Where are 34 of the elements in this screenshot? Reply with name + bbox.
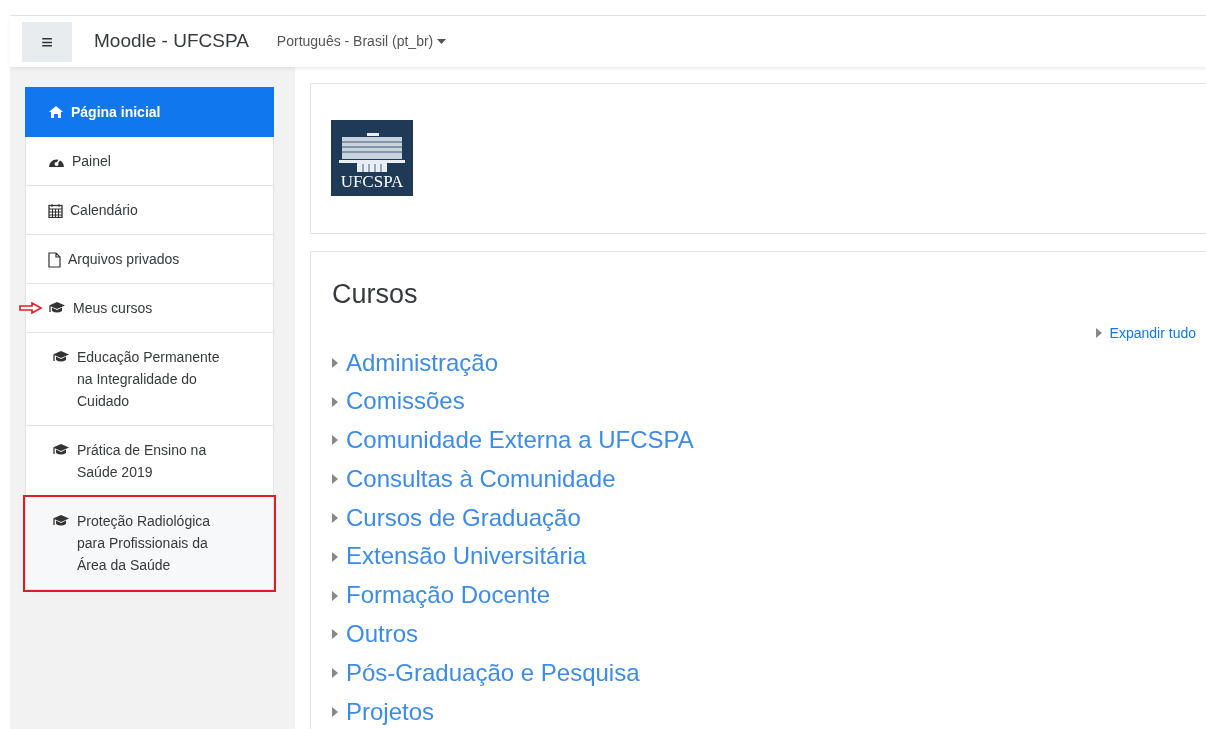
language-menu[interactable]: Português - Brasil (pt_br) (276, 31, 447, 52)
caret-icon (437, 39, 447, 44)
nav-item[interactable]: Página inicial (25, 87, 274, 137)
menu-button[interactable]: ≡ (22, 21, 72, 62)
category-link[interactable]: Comunidade Externa a UFCSPA (346, 421, 694, 460)
graduation-cap-icon (52, 443, 70, 456)
building-icon (339, 133, 405, 173)
nav-item[interactable]: Calendário (25, 186, 274, 235)
category-link[interactable]: Pós-Graduação e Pesquisa (346, 653, 640, 693)
category-link[interactable]: Projetos (346, 692, 435, 729)
graduation-cap-icon (52, 514, 70, 527)
nav-item[interactable]: Meus cursos (25, 284, 274, 333)
nav-item[interactable]: Arquivos privados (25, 235, 274, 284)
file-icon (48, 252, 61, 268)
expand-all-link[interactable]: Expandir tudo (1095, 322, 1196, 344)
logo-text: UFCSPA (340, 173, 404, 190)
category-link[interactable]: Administração (346, 343, 499, 383)
nav-item[interactable]: Educação Permanente na Integralidade do Cuidado (25, 333, 274, 426)
category-link[interactable]: Formação Docente (346, 576, 551, 616)
category-link[interactable]: Comissões (346, 382, 465, 422)
section-title: Cursos (332, 278, 419, 311)
nav-item[interactable]: Painel (25, 137, 274, 186)
category-link[interactable]: Extensão Universitária (346, 537, 587, 577)
nav-item[interactable]: Prática de Ensino na Saúde 2019 (25, 426, 274, 497)
graduation-cap-icon (52, 350, 70, 363)
caret-icon (1095, 328, 1102, 338)
calendar-icon (48, 203, 63, 218)
category-link[interactable]: Cursos de Graduação (346, 498, 581, 538)
site-name[interactable]: Moodle - UFCSPA (94, 27, 249, 56)
home-icon (48, 105, 64, 119)
graduation-cap-icon (48, 301, 66, 314)
category-link[interactable]: Outros (346, 615, 419, 654)
nav-item[interactable]: Proteção Radiológica para Profissionais da Área da Saúde (25, 497, 274, 590)
category-link[interactable]: Consultas à Comunidade (346, 459, 616, 499)
